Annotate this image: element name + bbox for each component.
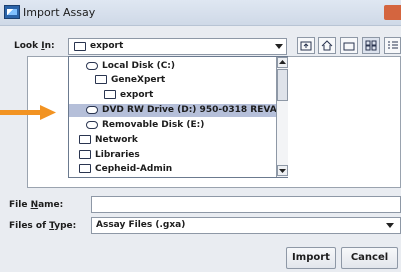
- home-icon: [321, 40, 333, 51]
- chevron-down-icon: [279, 169, 286, 173]
- new-folder-icon: [343, 42, 355, 51]
- hard-disk-icon: [86, 62, 98, 70]
- import-button[interactable]: Import: [286, 247, 336, 269]
- folder-icon: [79, 164, 91, 173]
- look-in-dropdown-list: Local Disk (C:) GeneXpert export DVD RW …: [68, 56, 288, 178]
- callout-arrow-icon: [0, 105, 56, 120]
- look-in-label: Look In:: [14, 41, 55, 51]
- up-folder-icon: [300, 41, 312, 51]
- dvd-drive-icon: [86, 106, 98, 114]
- scroll-up-button[interactable]: [277, 57, 288, 68]
- details-view-button[interactable]: [384, 37, 401, 54]
- folder-icon: [95, 75, 107, 84]
- dropdown-item-dvd-drive[interactable]: DVD RW Drive (D:) 950-0318 REVA: [69, 104, 277, 117]
- look-in-value: export: [90, 41, 124, 51]
- file-name-label: File Name:: [9, 200, 64, 210]
- chevron-down-icon: [275, 44, 283, 49]
- folder-icon: [104, 90, 116, 99]
- files-of-type-select[interactable]: Assay Files (.gxa): [91, 217, 401, 234]
- home-button[interactable]: [318, 37, 336, 54]
- scrollbar-thumb[interactable]: [277, 69, 288, 101]
- file-name-input[interactable]: [91, 196, 401, 213]
- files-of-type-label: Files of Type:: [9, 221, 77, 231]
- scroll-down-button[interactable]: [277, 165, 288, 176]
- folder-icon: [79, 135, 91, 144]
- dropdown-scrollbar[interactable]: [276, 57, 288, 177]
- folder-icon: [74, 42, 86, 51]
- removable-disk-icon: [86, 121, 98, 129]
- cancel-button[interactable]: Cancel: [341, 247, 398, 269]
- chevron-up-icon: [279, 60, 286, 64]
- window-title: Import Assay: [23, 6, 96, 19]
- new-folder-button[interactable]: [340, 37, 358, 54]
- title-bar: Import Assay: [0, 0, 401, 26]
- list-view-button[interactable]: [362, 37, 380, 54]
- close-button[interactable]: [384, 5, 401, 20]
- app-icon: [4, 5, 20, 19]
- up-one-level-button[interactable]: [297, 37, 315, 54]
- details-view-icon: [388, 41, 398, 49]
- look-in-combo[interactable]: export: [68, 38, 287, 55]
- folder-icon: [79, 150, 91, 159]
- list-view-icon: [365, 40, 377, 51]
- chevron-down-icon: [386, 223, 394, 228]
